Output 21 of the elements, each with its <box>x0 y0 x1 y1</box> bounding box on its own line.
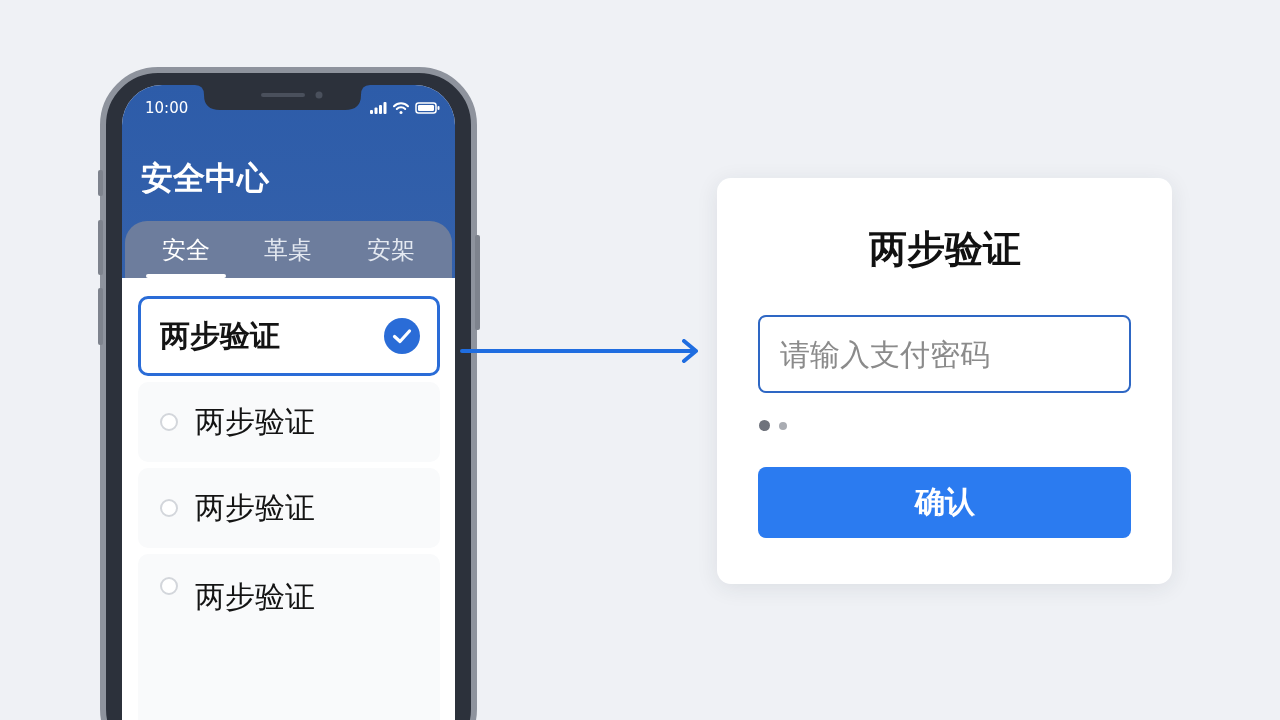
confirm-button[interactable]: 确认 <box>758 467 1131 538</box>
check-icon <box>384 318 420 354</box>
wifi-icon <box>393 102 409 114</box>
signal-icon <box>370 102 387 114</box>
screen-title: 安全中心 <box>141 158 269 198</box>
side-button[interactable] <box>98 220 103 275</box>
radio-icon <box>160 499 178 517</box>
status-time: 10:00 <box>145 99 189 117</box>
radio-icon <box>160 413 178 431</box>
option-item[interactable]: 两步验证 <box>138 382 440 462</box>
radio-icon <box>160 577 178 595</box>
password-field[interactable]: 请输入支付密码 <box>758 315 1131 393</box>
option-item[interactable]: 两步验证 <box>138 554 440 720</box>
dialog-title: 两步验证 <box>868 226 1021 273</box>
option-item[interactable]: 两步验证 <box>138 296 440 376</box>
side-button[interactable] <box>98 288 103 345</box>
tab[interactable]: 安全 <box>146 221 227 278</box>
option-item[interactable]: 两步验证 <box>138 468 440 548</box>
side-button[interactable] <box>475 235 480 330</box>
side-button[interactable] <box>98 170 103 196</box>
battery-icon <box>415 102 440 114</box>
